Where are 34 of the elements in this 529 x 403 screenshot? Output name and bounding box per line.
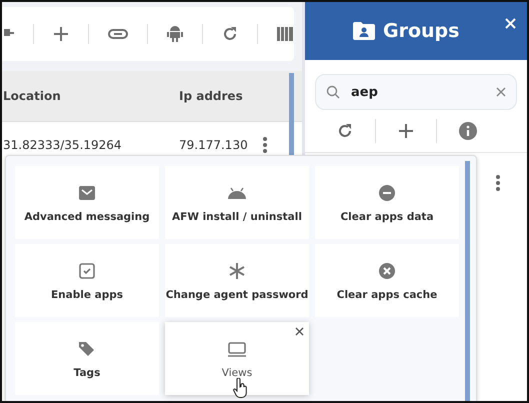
more-icon[interactable] xyxy=(496,175,500,191)
refresh-icon[interactable] xyxy=(222,26,238,42)
close-icon[interactable] xyxy=(295,327,304,336)
minus-circle-icon xyxy=(377,182,397,202)
scrollbar[interactable] xyxy=(465,161,470,401)
action-tile[interactable]: Clear apps cache xyxy=(315,244,459,317)
checkbox-icon xyxy=(77,260,97,280)
table-cell-text: 31.82333/35.19264 xyxy=(3,138,123,152)
info-icon[interactable] xyxy=(459,122,477,140)
close-circle-icon xyxy=(377,260,397,280)
refresh-icon[interactable] xyxy=(337,123,353,139)
table-cell: 79.177.130 xyxy=(179,138,249,152)
action-tile[interactable]: Clear apps data xyxy=(315,166,459,239)
action-tile[interactable]: Change agent password xyxy=(165,244,309,317)
link-icon[interactable] xyxy=(108,28,128,40)
column-header[interactable]: Location xyxy=(3,89,179,103)
search-icon xyxy=(326,85,340,99)
hand-cursor-icon xyxy=(233,378,247,398)
panel-title: Groups xyxy=(383,20,460,42)
action-tile[interactable]: Views xyxy=(165,322,309,395)
action-tile[interactable]: Tags xyxy=(15,322,159,395)
action-tile[interactable]: Advanced messaging xyxy=(15,166,159,239)
more-icon[interactable] xyxy=(263,137,267,153)
columns-icon[interactable] xyxy=(277,27,293,41)
clear-icon[interactable] xyxy=(496,87,506,97)
search-field[interactable]: aep xyxy=(315,74,517,110)
asterisk-icon xyxy=(227,260,247,280)
action-tile[interactable]: Enable apps xyxy=(15,244,159,317)
action-tile[interactable]: AFW install / uninstall xyxy=(165,166,309,239)
plus-icon[interactable] xyxy=(398,123,414,139)
folder-user-icon xyxy=(353,22,375,40)
plus-icon[interactable] xyxy=(53,26,69,42)
column-header[interactable]: Ip addres xyxy=(179,89,249,103)
android-icon[interactable] xyxy=(167,25,183,43)
